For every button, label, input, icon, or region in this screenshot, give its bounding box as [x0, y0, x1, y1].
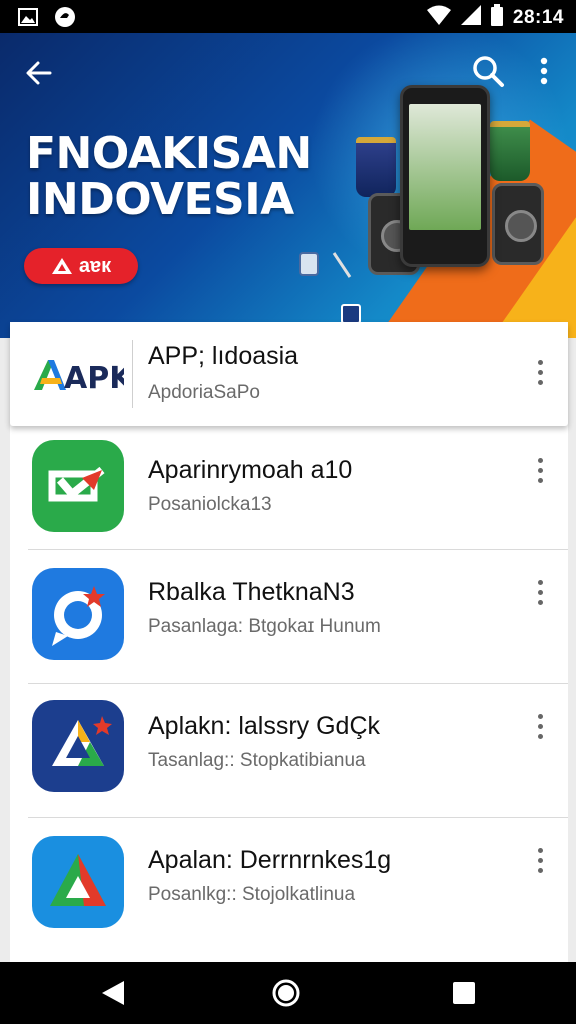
nav-back-icon: [102, 981, 124, 1005]
hero-headline-line1: FNOAKISAN: [26, 128, 312, 179]
hero-headline-line2: INDOVESIA: [26, 174, 294, 225]
app-title: Rbalka ThetknaN3: [148, 578, 355, 606]
system-nav-bar: [0, 962, 576, 1024]
app-subtitle: Pasanlaga: Btgokaɪ Hunum: [148, 616, 381, 637]
app-title: Apalan: Derrnrnkes1g: [148, 846, 392, 874]
status-time: 28:14: [512, 6, 564, 28]
phone-screen: [409, 104, 481, 230]
app-title: Aplakn: lalssry GdÇk: [148, 712, 381, 740]
wifi-icon: [426, 5, 451, 30]
search-icon: [473, 56, 504, 87]
trophy-illustration: [490, 121, 530, 181]
gadget-illustration: [299, 252, 361, 323]
list-item[interactable]: Aparinrymoah a10 Posaniolcka13: [10, 426, 568, 550]
trophy-illustration: [356, 137, 396, 197]
check-arrow-app-icon: [32, 440, 124, 532]
item-menu-button[interactable]: [528, 450, 552, 490]
hero-badge-button[interactable]: aɐк: [24, 248, 138, 284]
nav-recent-apps-button[interactable]: [452, 981, 476, 1005]
chat-bubble-app-icon: [32, 568, 124, 660]
image-icon: [18, 8, 38, 31]
nav-home-button[interactable]: [271, 978, 301, 1008]
list-item[interactable]: Aplakn: lalssry GdÇk Tasanlag:: Stopkati…: [10, 684, 568, 818]
app-title: Aparinrymoah a10: [148, 456, 353, 484]
nav-home-icon: [272, 979, 300, 1007]
featured-subtitle: ApdoriaSaPo: [148, 382, 260, 403]
signal-icon: [460, 5, 481, 30]
search-button[interactable]: [470, 53, 506, 89]
item-menu-button[interactable]: [528, 572, 552, 612]
triangle-app-icon: [32, 836, 124, 928]
item-menu-button[interactable]: [528, 706, 552, 746]
list-item[interactable]: Rbalka ThetknaN3 Pasanlaga: Btgokaɪ Hunu…: [10, 550, 568, 684]
speaker-illustration: [492, 183, 544, 265]
app-subtitle: Posaniolcka13: [148, 494, 272, 515]
arrow-left-icon: [26, 61, 52, 85]
item-menu-button[interactable]: [528, 352, 552, 392]
status-bar: 28:14: [0, 0, 576, 33]
battery-icon: [490, 4, 503, 31]
apk-logo-text: APK: [64, 361, 124, 392]
back-button[interactable]: [20, 55, 56, 91]
notification-icon: [54, 6, 76, 33]
app-subtitle: Posanlkg:: Stojolkatlinua: [148, 884, 356, 905]
overflow-menu-button[interactable]: [530, 53, 558, 89]
hero-banner: FNOAKISAN INDOVESIA aɐк: [0, 33, 576, 338]
featured-title: APP; lıdoasia: [148, 342, 299, 370]
list-item[interactable]: Apalan: Derrnrnkes1g Posanlkg:: Stojolka…: [10, 818, 568, 962]
triangle-logo-icon: [51, 258, 72, 274]
hero-headline: FNOAKISAN INDOVESIA: [26, 131, 312, 223]
app-subtitle: Tasanlag:: Stopkatibianua: [148, 750, 366, 771]
more-vert-icon: [540, 57, 548, 85]
hero-badge-label: aɐк: [78, 254, 112, 277]
featured-app-card[interactable]: APK APP; lıdoasia ApdoriaSaPo: [10, 322, 568, 426]
phone-illustration: [400, 85, 490, 267]
item-menu-button[interactable]: [528, 840, 552, 880]
triangle-drive-app-icon: [32, 700, 124, 792]
logo-divider: [132, 340, 133, 408]
apk-logo: APK: [32, 356, 134, 396]
nav-recent-icon: [453, 982, 475, 1004]
nav-back-button[interactable]: [100, 979, 126, 1007]
